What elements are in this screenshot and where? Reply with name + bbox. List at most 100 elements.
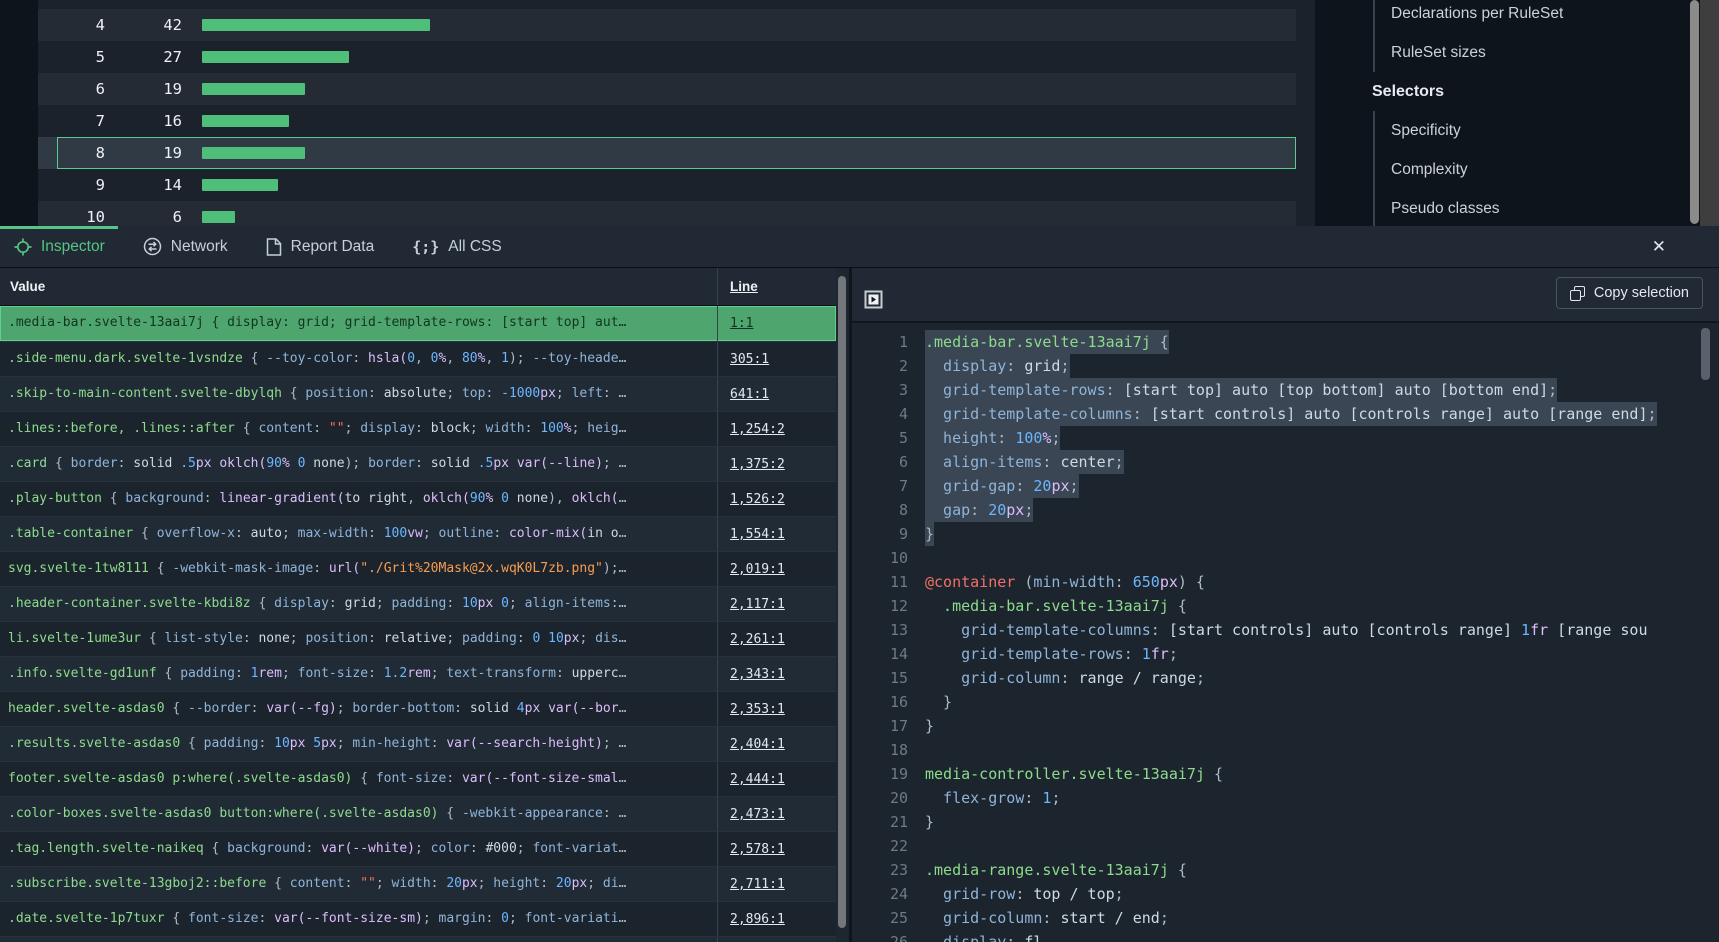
code-token: : <box>243 631 259 646</box>
tab-all-css[interactable]: {;}All CSS <box>393 226 521 267</box>
code-token: display <box>274 596 329 611</box>
table-row[interactable]: li.svelte-1ume3ur { list-style: none; po… <box>0 621 836 656</box>
code-token: var(--search-height) <box>446 736 603 751</box>
code-token: fr <box>1530 621 1548 639</box>
table-row[interactable]: footer.svelte-asdas0 p:where(.svelte-asd… <box>0 761 836 796</box>
code-token: 4 <box>517 701 525 716</box>
line-link[interactable]: 2,896:1 <box>730 912 785 927</box>
code-token: 80 <box>462 351 478 366</box>
chart-row[interactable]: 527 <box>38 41 1296 73</box>
code-token: : <box>329 596 345 611</box>
tab-report-data[interactable]: Report Data <box>247 226 394 267</box>
line-link[interactable]: 2,473:1 <box>730 807 785 822</box>
line-link[interactable]: 2,711:1 <box>730 877 785 892</box>
table-row[interactable]: .table-container { overflow-x: auto; max… <box>0 516 836 551</box>
rule-value-cell: .table-container { overflow-x: auto; max… <box>0 517 717 551</box>
table-row[interactable]: .card { border: solid .5px oklch(90% 0 n… <box>0 446 836 481</box>
line-link[interactable]: 1:1 <box>730 316 753 331</box>
column-header-value[interactable]: Value <box>0 268 717 305</box>
line-link[interactable]: 2,261:1 <box>730 632 785 647</box>
chart-row[interactable]: 716 <box>38 105 1296 137</box>
rule-line-cell: 1,554:1 <box>717 517 836 551</box>
code-area[interactable]: 1.media-bar.svelte-13aai7j {2 display: g… <box>852 323 1719 942</box>
editor-scrollbar-thumb[interactable] <box>1701 328 1710 380</box>
copy-selection-button[interactable]: Copy selection <box>1556 277 1703 309</box>
code-token: 100 <box>384 526 407 541</box>
column-header-line[interactable]: Line <box>717 268 836 305</box>
code-token: ; <box>1115 885 1124 903</box>
line-link[interactable]: 2,019:1 <box>730 562 785 577</box>
line-link[interactable]: 2,578:1 <box>730 842 785 857</box>
code-token: : <box>1015 885 1033 903</box>
table-row[interactable]: .skip-to-main-content.svelte-dbylqh { po… <box>0 376 836 411</box>
table-row[interactable]: header.svelte-asdas0 { --border: var(--f… <box>0 691 836 726</box>
line-link[interactable]: 1,526:2 <box>730 492 785 507</box>
table-scrollbar-thumb[interactable] <box>838 276 846 928</box>
table-row[interactable]: .media-bar.svelte-13aai7j { display: gri… <box>0 306 836 341</box>
table-row[interactable]: .lines::before, .lines::after { content:… <box>0 411 836 446</box>
code-token: :… <box>611 596 627 611</box>
table-row[interactable]: .tag.length.svelte-naikeq { background: … <box>0 831 836 866</box>
sidebar-item-pseudo-classes[interactable]: Pseudo classes <box>1391 189 1688 226</box>
line-link[interactable]: 305:1 <box>730 352 769 367</box>
page-scrollbar-thumb[interactable] <box>1690 0 1699 224</box>
tab-inspector[interactable]: Inspector <box>0 226 124 267</box>
chart-row[interactable]: 442 <box>38 9 1296 41</box>
chart-row-index: 4 <box>38 16 105 34</box>
sidebar-item-declarations-per-ruleset[interactable]: Declarations per RuleSet <box>1391 0 1688 33</box>
table-row[interactable]: .info.svelte-gd1unf { padding: 1rem; fon… <box>0 656 836 691</box>
code-token: ; <box>1160 909 1169 927</box>
table-row[interactable]: .play-button { background: linear-gradie… <box>0 481 836 516</box>
sidebar-item-complexity[interactable]: Complexity <box>1391 150 1688 189</box>
code-token: "./Grit%20Mask@2x.wqK0L7zb.png" <box>360 561 603 576</box>
code-token: width <box>392 876 431 891</box>
table-scrollbar-track[interactable] <box>836 268 849 942</box>
line-link[interactable]: 2,444:1 <box>730 772 785 787</box>
chart-row[interactable]: 106 <box>38 201 1296 226</box>
line-link[interactable]: 1,254:2 <box>730 422 785 437</box>
line-link[interactable]: 2,343:1 <box>730 667 785 682</box>
chart-row[interactable]: 914 <box>38 169 1296 201</box>
code-token: var(--line) <box>517 456 603 471</box>
sidebar-item-ruleset-sizes[interactable]: RuleSet sizes <box>1391 33 1688 72</box>
line-link[interactable]: 2,117:1 <box>730 597 785 612</box>
table-row[interactable]: svg.svelte-1tw8111 { -webkit-mask-image:… <box>0 551 836 586</box>
code-token: ; <box>1051 429 1060 447</box>
page-scrollbar-track[interactable] <box>1700 0 1719 226</box>
code-token: { <box>165 911 188 926</box>
line-link[interactable]: 1,554:1 <box>730 527 785 542</box>
line-number: 10 <box>852 546 908 570</box>
table-row[interactable]: .date.svelte-1p7tuxr { font-size: var(--… <box>0 901 836 936</box>
code-token: [start top] aut <box>501 315 618 330</box>
chart-bar <box>202 179 278 191</box>
line-link[interactable]: 1,375:2 <box>730 457 785 472</box>
code-token: -webkit-mask-image <box>172 561 313 576</box>
line-link[interactable]: 641:1 <box>730 387 769 402</box>
chart-row[interactable]: 819 <box>38 137 1296 169</box>
code-token: list-style <box>165 631 243 646</box>
code-token: … <box>619 666 627 681</box>
line-link[interactable]: 2,404:1 <box>730 737 785 752</box>
code-token: px <box>525 701 548 716</box>
code-token: % <box>485 491 501 506</box>
code-token: 0 <box>501 491 509 506</box>
code-token: upperc <box>572 666 619 681</box>
table-row[interactable]: .header-container.svelte-kbdi8z { displa… <box>0 586 836 621</box>
code-token: : <box>204 491 220 506</box>
table-row[interactable]: .fav-button.svelte-1qu2lfm { background:… <box>0 936 836 942</box>
code-token: ; <box>517 841 533 856</box>
code-token: var(--font-size-sm) <box>274 911 423 926</box>
code-token: font-size <box>376 771 446 786</box>
chart-row[interactable]: 619 <box>38 73 1296 105</box>
tab-network[interactable]: Network <box>124 226 247 267</box>
sidebar-item-specificity[interactable]: Specificity <box>1391 111 1688 150</box>
line-link[interactable]: 2,353:1 <box>730 702 785 717</box>
table-row[interactable]: .side-menu.dark.svelte-1vsndze { --toy-c… <box>0 341 836 376</box>
panel-toggle-icon[interactable] <box>864 290 883 309</box>
copy-icon <box>1570 286 1585 301</box>
table-row[interactable]: .color-boxes.svelte-asdas0 button:where(… <box>0 796 836 831</box>
table-row[interactable]: .results.svelte-asdas0 { padding: 10px 5… <box>0 726 836 761</box>
close-panel-button[interactable]: ✕ <box>1646 226 1672 267</box>
code-line: 19media-controller.svelte-13aai7j { <box>852 762 1719 786</box>
table-row[interactable]: .subscribe.svelte-13gboj2::before { cont… <box>0 866 836 901</box>
